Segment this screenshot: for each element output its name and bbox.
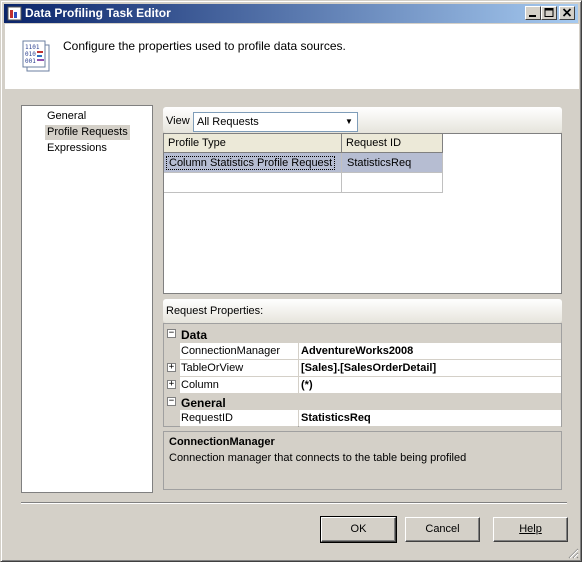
column-header-request-id[interactable]: Request ID bbox=[342, 134, 443, 153]
expand-icon[interactable]: + bbox=[167, 363, 176, 372]
dropdown-arrow-icon[interactable]: ▼ bbox=[342, 114, 356, 130]
help-button-label: Help bbox=[519, 523, 542, 535]
nav-item-general[interactable]: General bbox=[45, 109, 88, 124]
maximize-button[interactable] bbox=[541, 6, 557, 20]
title-bar[interactable]: Data Profiling Task Editor bbox=[4, 4, 578, 23]
profile-document-icon: 1101 010 001 bbox=[22, 40, 50, 72]
property-name: ConnectionManager bbox=[180, 343, 298, 360]
requests-grid: Profile Type Request ID Column Statistic… bbox=[163, 133, 562, 294]
minimize-icon bbox=[529, 15, 536, 17]
property-value[interactable]: AdventureWorks2008 bbox=[299, 343, 561, 360]
property-name: RequestID bbox=[180, 410, 298, 427]
category-data-row[interactable]: − Data bbox=[164, 326, 561, 343]
request-properties-header: Request Properties: bbox=[163, 299, 562, 323]
table-row-request-id-cell[interactable]: StatisticsReq bbox=[342, 153, 443, 173]
svg-text:010: 010 bbox=[25, 51, 36, 58]
description-text: Connection manager that connects to the … bbox=[169, 452, 467, 464]
property-value[interactable]: StatisticsReq bbox=[299, 410, 561, 427]
collapse-icon[interactable]: − bbox=[167, 397, 176, 406]
window-title: Data Profiling Task Editor bbox=[25, 6, 171, 20]
cancel-button[interactable]: Cancel bbox=[405, 517, 480, 542]
collapse-icon[interactable]: − bbox=[167, 329, 176, 338]
request-id-value: StatisticsReq bbox=[347, 157, 412, 169]
profile-requests-pane: View All Requests ▼ Profile Type Request… bbox=[162, 105, 562, 493]
header-description: Configure the properties used to profile… bbox=[63, 39, 346, 53]
property-row-connectionmanager[interactable]: ConnectionManager AdventureWorks2008 bbox=[164, 343, 561, 360]
new-row-request-id-cell[interactable] bbox=[342, 173, 443, 193]
category-data-label: Data bbox=[181, 328, 208, 342]
svg-text:1101: 1101 bbox=[25, 44, 40, 51]
property-row-column[interactable]: + Column (*) bbox=[164, 377, 561, 394]
property-value[interactable]: (*) bbox=[299, 377, 561, 394]
view-toolbar: View All Requests ▼ bbox=[163, 107, 562, 133]
nav-item-profile-requests[interactable]: Profile Requests bbox=[45, 125, 130, 140]
close-button[interactable] bbox=[559, 6, 575, 20]
property-name: Column bbox=[180, 377, 298, 394]
header-banner: 1101 010 001 Configure the properties us… bbox=[5, 24, 579, 89]
table-row-profile-type-cell[interactable]: Column Statistics Profile Request bbox=[164, 153, 342, 173]
new-row-profile-type-cell[interactable] bbox=[164, 173, 342, 193]
divider bbox=[21, 502, 567, 504]
maximize-icon bbox=[544, 8, 554, 17]
request-properties-label: Request Properties: bbox=[166, 305, 264, 317]
nav-item-expressions[interactable]: Expressions bbox=[45, 141, 109, 156]
view-dropdown-value: All Requests bbox=[197, 116, 259, 128]
profile-type-value: Column Statistics Profile Request bbox=[166, 156, 336, 170]
property-value[interactable]: [Sales].[SalesOrderDetail] bbox=[299, 360, 561, 377]
property-grid: − Data ConnectionManager AdventureWorks2… bbox=[163, 323, 562, 427]
ok-button[interactable]: OK bbox=[320, 516, 397, 543]
view-dropdown[interactable]: All Requests ▼ bbox=[193, 112, 358, 132]
category-general-row[interactable]: − General bbox=[164, 394, 561, 411]
expand-icon[interactable]: + bbox=[167, 380, 176, 389]
data-profiling-icon bbox=[7, 6, 22, 21]
property-row-requestid[interactable]: RequestID StatisticsReq bbox=[164, 410, 561, 427]
help-button[interactable]: Help bbox=[493, 517, 568, 542]
property-row-tableorview[interactable]: + TableOrView [Sales].[SalesOrderDetail] bbox=[164, 360, 561, 377]
close-icon bbox=[562, 8, 572, 17]
description-title: ConnectionManager bbox=[169, 436, 275, 448]
svg-text:001: 001 bbox=[25, 58, 36, 65]
property-name: TableOrView bbox=[180, 360, 298, 377]
property-description-panel: ConnectionManager Connection manager tha… bbox=[163, 431, 562, 490]
resize-grip-icon[interactable] bbox=[567, 547, 579, 559]
category-general-label: General bbox=[181, 396, 226, 410]
minimize-button[interactable] bbox=[525, 6, 541, 20]
dialog-window: Data Profiling Task Editor 1101 010 001 … bbox=[0, 0, 582, 562]
column-header-profile-type[interactable]: Profile Type bbox=[164, 134, 342, 153]
view-label: View bbox=[166, 115, 190, 127]
navigation-pane: General Profile Requests Expressions bbox=[21, 105, 153, 493]
